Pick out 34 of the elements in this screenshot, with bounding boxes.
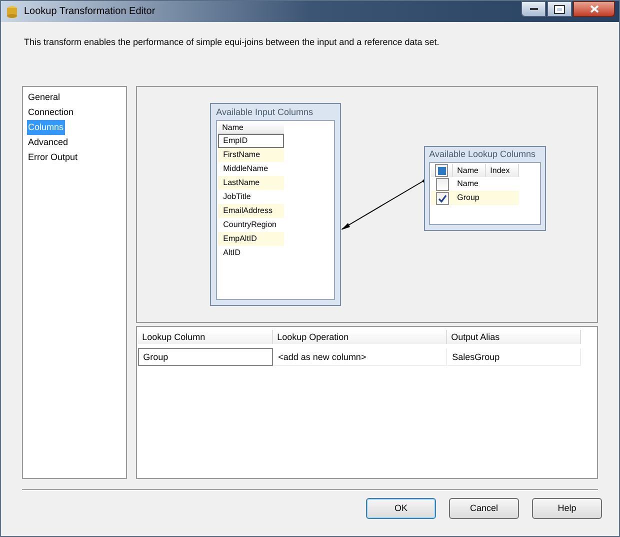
- input-column-row[interactable]: EmpAltID: [218, 232, 284, 246]
- close-button[interactable]: [573, 1, 615, 17]
- grid-cell[interactable]: Group: [138, 348, 274, 366]
- nav-item[interactable]: General: [27, 90, 62, 105]
- close-icon: [590, 5, 598, 13]
- lookup-column-name: Name: [456, 178, 478, 190]
- checkbox[interactable]: [435, 164, 448, 177]
- panel-title: Available Lookup Columns: [429, 148, 537, 161]
- window-title: Lookup Transformation Editor: [24, 5, 156, 19]
- description: This transform enables the performance of simple equi-joins between the input and a reference data set.: [23, 36, 440, 49]
- grid-header: Output Alias: [447, 330, 582, 344]
- grid-header: Lookup Column: [138, 330, 274, 344]
- input-column-row[interactable]: EmailAddress: [218, 204, 284, 218]
- minimize-button[interactable]: [521, 1, 546, 17]
- input-column-row[interactable]: LastName: [218, 176, 284, 190]
- checkbox[interactable]: [436, 192, 449, 204]
- column-header: Name: [218, 122, 284, 134]
- checkbox[interactable]: [436, 178, 449, 190]
- nav-item[interactable]: Connection: [27, 105, 75, 120]
- dialog-button[interactable]: Cancel: [449, 498, 519, 519]
- maximize-button[interactable]: [547, 1, 572, 17]
- database-icon: [5, 4, 19, 18]
- dialog-button[interactable]: OK: [366, 498, 436, 519]
- dialog-button[interactable]: Help: [532, 498, 602, 519]
- lookup-column-name: Group: [456, 192, 480, 204]
- nav-item[interactable]: Error Output: [27, 150, 79, 165]
- check-icon: [438, 194, 447, 202]
- grid-header: Lookup Operation: [273, 330, 448, 344]
- panel-title: Available Input Columns: [216, 106, 314, 119]
- grid-cell[interactable]: SalesGroup: [447, 348, 582, 366]
- input-column-row[interactable]: FirstName: [218, 148, 284, 162]
- grid-cell[interactable]: <add as new column>: [273, 348, 448, 366]
- nav-item[interactable]: Advanced: [27, 135, 70, 150]
- input-column-row[interactable]: EmpID: [218, 134, 284, 148]
